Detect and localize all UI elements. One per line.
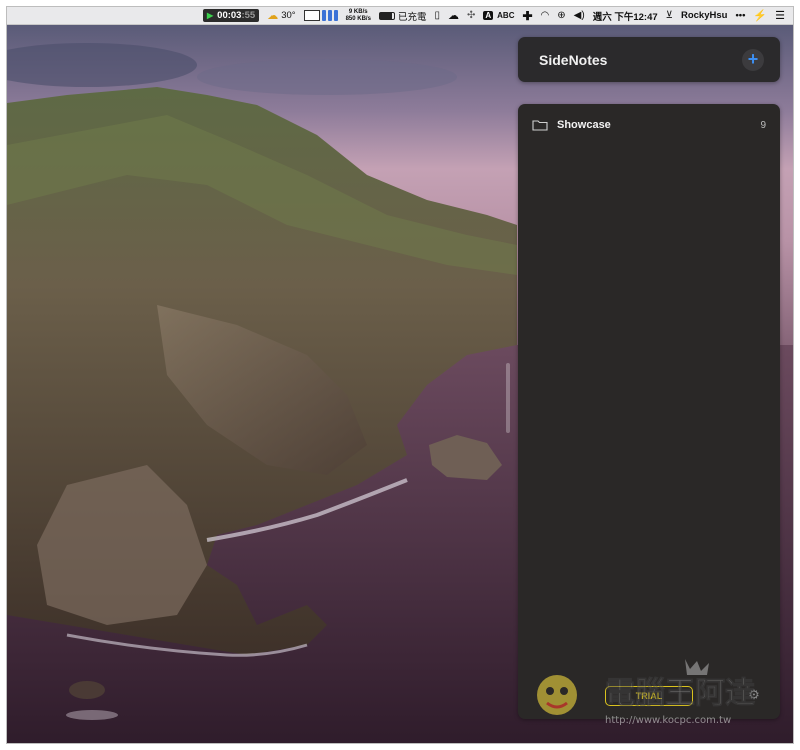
input-method[interactable]: A ABC: [483, 11, 514, 20]
screenshot-frame: ▶ 00:03:55 ☁ 30° 9 KB/s 850 KB/s 已充電 ▯ ☁…: [6, 6, 794, 744]
watermark-logo: 電腦王阿達 http://www.kocpc.com.tw: [535, 659, 785, 729]
sidenotes-title: SideNotes: [539, 51, 608, 68]
more-menu-icon[interactable]: •••: [735, 10, 745, 21]
scroll-handle[interactable]: [506, 363, 510, 433]
lightning-icon[interactable]: ⚡: [753, 9, 767, 22]
weather-temp: 30°: [281, 10, 296, 21]
network-status-icon[interactable]: ⊕: [557, 10, 565, 21]
battery-icon: [378, 11, 395, 20]
clock[interactable]: 週六 下午12:47: [593, 9, 658, 23]
timer-time: 00:03: [217, 10, 242, 21]
cpu-meter[interactable]: [303, 10, 338, 21]
folder-name: Showcase: [557, 119, 611, 131]
swap-bar-icon: [333, 10, 338, 21]
folder-item-showcase[interactable]: Showcase 9: [518, 114, 780, 136]
medical-cross-icon[interactable]: ✚: [522, 9, 532, 23]
folder-icon: [532, 120, 548, 131]
clock-datetime: 週六 下午12:47: [592, 11, 658, 23]
ime-icon: A: [483, 11, 494, 20]
network-speed[interactable]: 9 KB/s 850 KB/s: [346, 9, 371, 23]
disk-bar-icon: [327, 10, 332, 21]
notification-center-icon[interactable]: ☰: [775, 9, 785, 22]
net-upload: 9 KB/s: [348, 8, 368, 15]
net-download: 850 KB/s: [345, 15, 371, 22]
ime-label: ABC: [497, 11, 515, 20]
user-name: RockyHsu: [680, 10, 728, 21]
cloud-sync-icon[interactable]: ☁: [448, 9, 459, 22]
play-icon: ▶: [207, 11, 214, 20]
menu-bar: ▶ 00:03:55 ☁ 30° 9 KB/s 850 KB/s 已充電 ▯ ☁…: [7, 7, 793, 25]
svg-text:電腦王阿達: 電腦王阿達: [605, 676, 755, 711]
fan-icon[interactable]: ✣: [467, 10, 475, 21]
svg-text:http://www.kocpc.com.tw: http://www.kocpc.com.tw: [605, 715, 731, 726]
folder-note-count: 9: [760, 119, 766, 131]
battery-status[interactable]: 已充電: [378, 9, 427, 23]
download-icon[interactable]: ⊻: [666, 10, 673, 21]
weather-widget[interactable]: ☁ 30°: [267, 9, 295, 22]
add-folder-button[interactable]: +: [742, 48, 764, 71]
timer-seconds: :55: [241, 10, 256, 21]
more-dots: •••: [735, 10, 746, 21]
phone-icon[interactable]: ▯: [434, 10, 440, 21]
sidenotes-panel: Showcase 9 TRIAL ⚙: [518, 104, 780, 719]
watermark-graphic: 電腦王阿達 http://www.kocpc.com.tw: [537, 659, 755, 726]
memory-bar-icon: [321, 10, 326, 21]
weather-icon: ☁: [267, 10, 279, 22]
battery-label: 已充電: [397, 11, 427, 23]
cpu-graph-icon: [303, 10, 320, 21]
timer-widget[interactable]: ▶ 00:03:55: [203, 9, 260, 22]
sidenotes-header: SideNotes +: [518, 37, 780, 82]
wifi-icon[interactable]: ◠: [541, 10, 550, 21]
volume-icon[interactable]: ◀): [574, 10, 585, 21]
user-menu[interactable]: RockyHsu: [681, 10, 727, 21]
